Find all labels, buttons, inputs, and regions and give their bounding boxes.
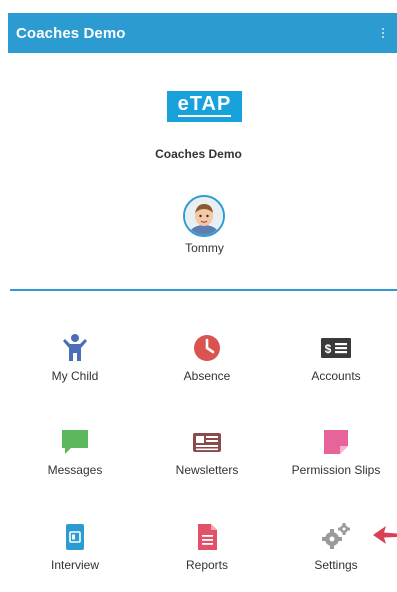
pointer-arrow-icon: [373, 526, 397, 544]
menu-item-label: Reports: [185, 558, 229, 572]
etap-logo: eTAP: [167, 91, 242, 122]
logo-underline: [178, 115, 231, 117]
chat-icon: [62, 430, 88, 454]
menu-item-permission-slips[interactable]: Permission Slips: [270, 427, 397, 497]
app-title: Coaches Demo: [16, 24, 126, 42]
menu-item-label: Messages: [47, 463, 103, 477]
menu-item-my-child[interactable]: My Child: [9, 333, 141, 403]
menu-item-newsletters[interactable]: Newsletters: [141, 427, 273, 497]
menu-item-label: Absence: [183, 369, 231, 383]
menu-item-interview[interactable]: Interview: [9, 522, 141, 592]
menu-item-label: Newsletters: [175, 463, 239, 477]
menu-item-label: My Child: [51, 369, 99, 383]
child-name: Tommy: [185, 241, 224, 255]
section-divider: [10, 289, 397, 291]
calendar-icon: [66, 524, 84, 550]
sticky-note-icon: [324, 430, 348, 454]
gear-icon: [322, 523, 350, 549]
child-avatar[interactable]: [183, 195, 225, 237]
menu-item-reports[interactable]: Reports: [141, 522, 273, 592]
menu-item-messages[interactable]: Messages: [9, 427, 141, 497]
menu-item-label: Accounts: [311, 369, 361, 383]
newspaper-icon: [193, 433, 221, 452]
app-bar: Coaches Demo: [8, 13, 397, 53]
money-icon: $: [321, 338, 351, 358]
overflow-menu-icon[interactable]: [379, 24, 387, 42]
document-icon: [198, 524, 217, 550]
menu-item-label: Settings: [314, 558, 358, 572]
menu-item-label: Interview: [50, 558, 100, 572]
menu-item-accounts[interactable]: $ Accounts: [270, 333, 397, 403]
svg-text:$: $: [325, 342, 332, 356]
menu-item-label: Permission Slips: [291, 463, 381, 477]
org-name: Coaches Demo: [155, 147, 242, 161]
child-icon: [63, 334, 87, 361]
clock-icon: [194, 335, 220, 361]
menu-item-absence[interactable]: Absence: [141, 333, 273, 403]
logo-text: eTAP: [177, 93, 232, 115]
